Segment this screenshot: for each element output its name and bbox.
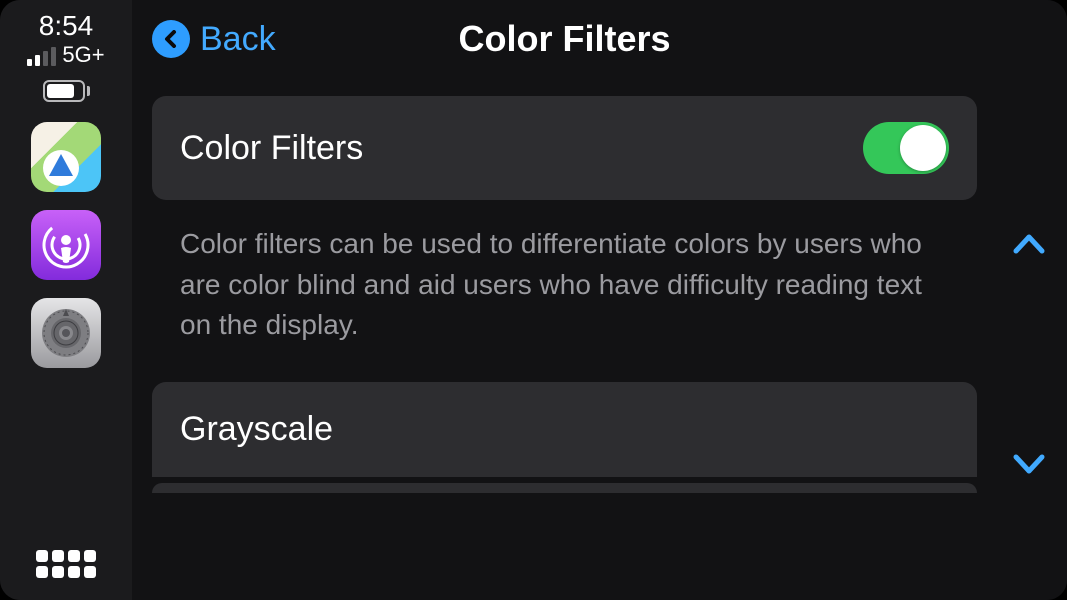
back-button[interactable]: Back <box>152 20 276 59</box>
podcasts-app-icon[interactable] <box>31 210 101 280</box>
sidebar: 8:54 5G+ <box>0 0 132 600</box>
color-filters-toggle[interactable] <box>863 122 949 174</box>
settings-app-icon[interactable] <box>31 298 101 368</box>
scroll-down-button[interactable] <box>1005 440 1053 488</box>
color-filters-row[interactable]: Color Filters <box>152 96 977 200</box>
main-content: Back Color Filters Color Filters Color f… <box>132 0 1067 600</box>
back-label: Back <box>200 20 276 59</box>
network-label: 5G+ <box>62 44 104 66</box>
color-filters-label: Color Filters <box>180 129 363 168</box>
home-button[interactable] <box>36 550 96 578</box>
header: Back Color Filters <box>132 0 997 78</box>
color-filters-description: Color filters can be used to differentia… <box>152 200 977 382</box>
chevron-left-icon <box>152 20 190 58</box>
toggle-knob <box>900 125 946 171</box>
grayscale-row[interactable]: Grayscale <box>152 382 977 477</box>
next-row-hint <box>152 483 977 493</box>
chevron-up-icon <box>1010 225 1048 263</box>
scroll-up-button[interactable] <box>1005 220 1053 268</box>
status-network: 5G+ <box>27 44 104 66</box>
status-time: 8:54 <box>39 10 94 42</box>
signal-bars <box>27 47 56 66</box>
chevron-down-icon <box>1010 445 1048 483</box>
battery-icon <box>43 80 90 102</box>
grayscale-label: Grayscale <box>180 410 949 449</box>
maps-app-icon[interactable] <box>31 122 101 192</box>
